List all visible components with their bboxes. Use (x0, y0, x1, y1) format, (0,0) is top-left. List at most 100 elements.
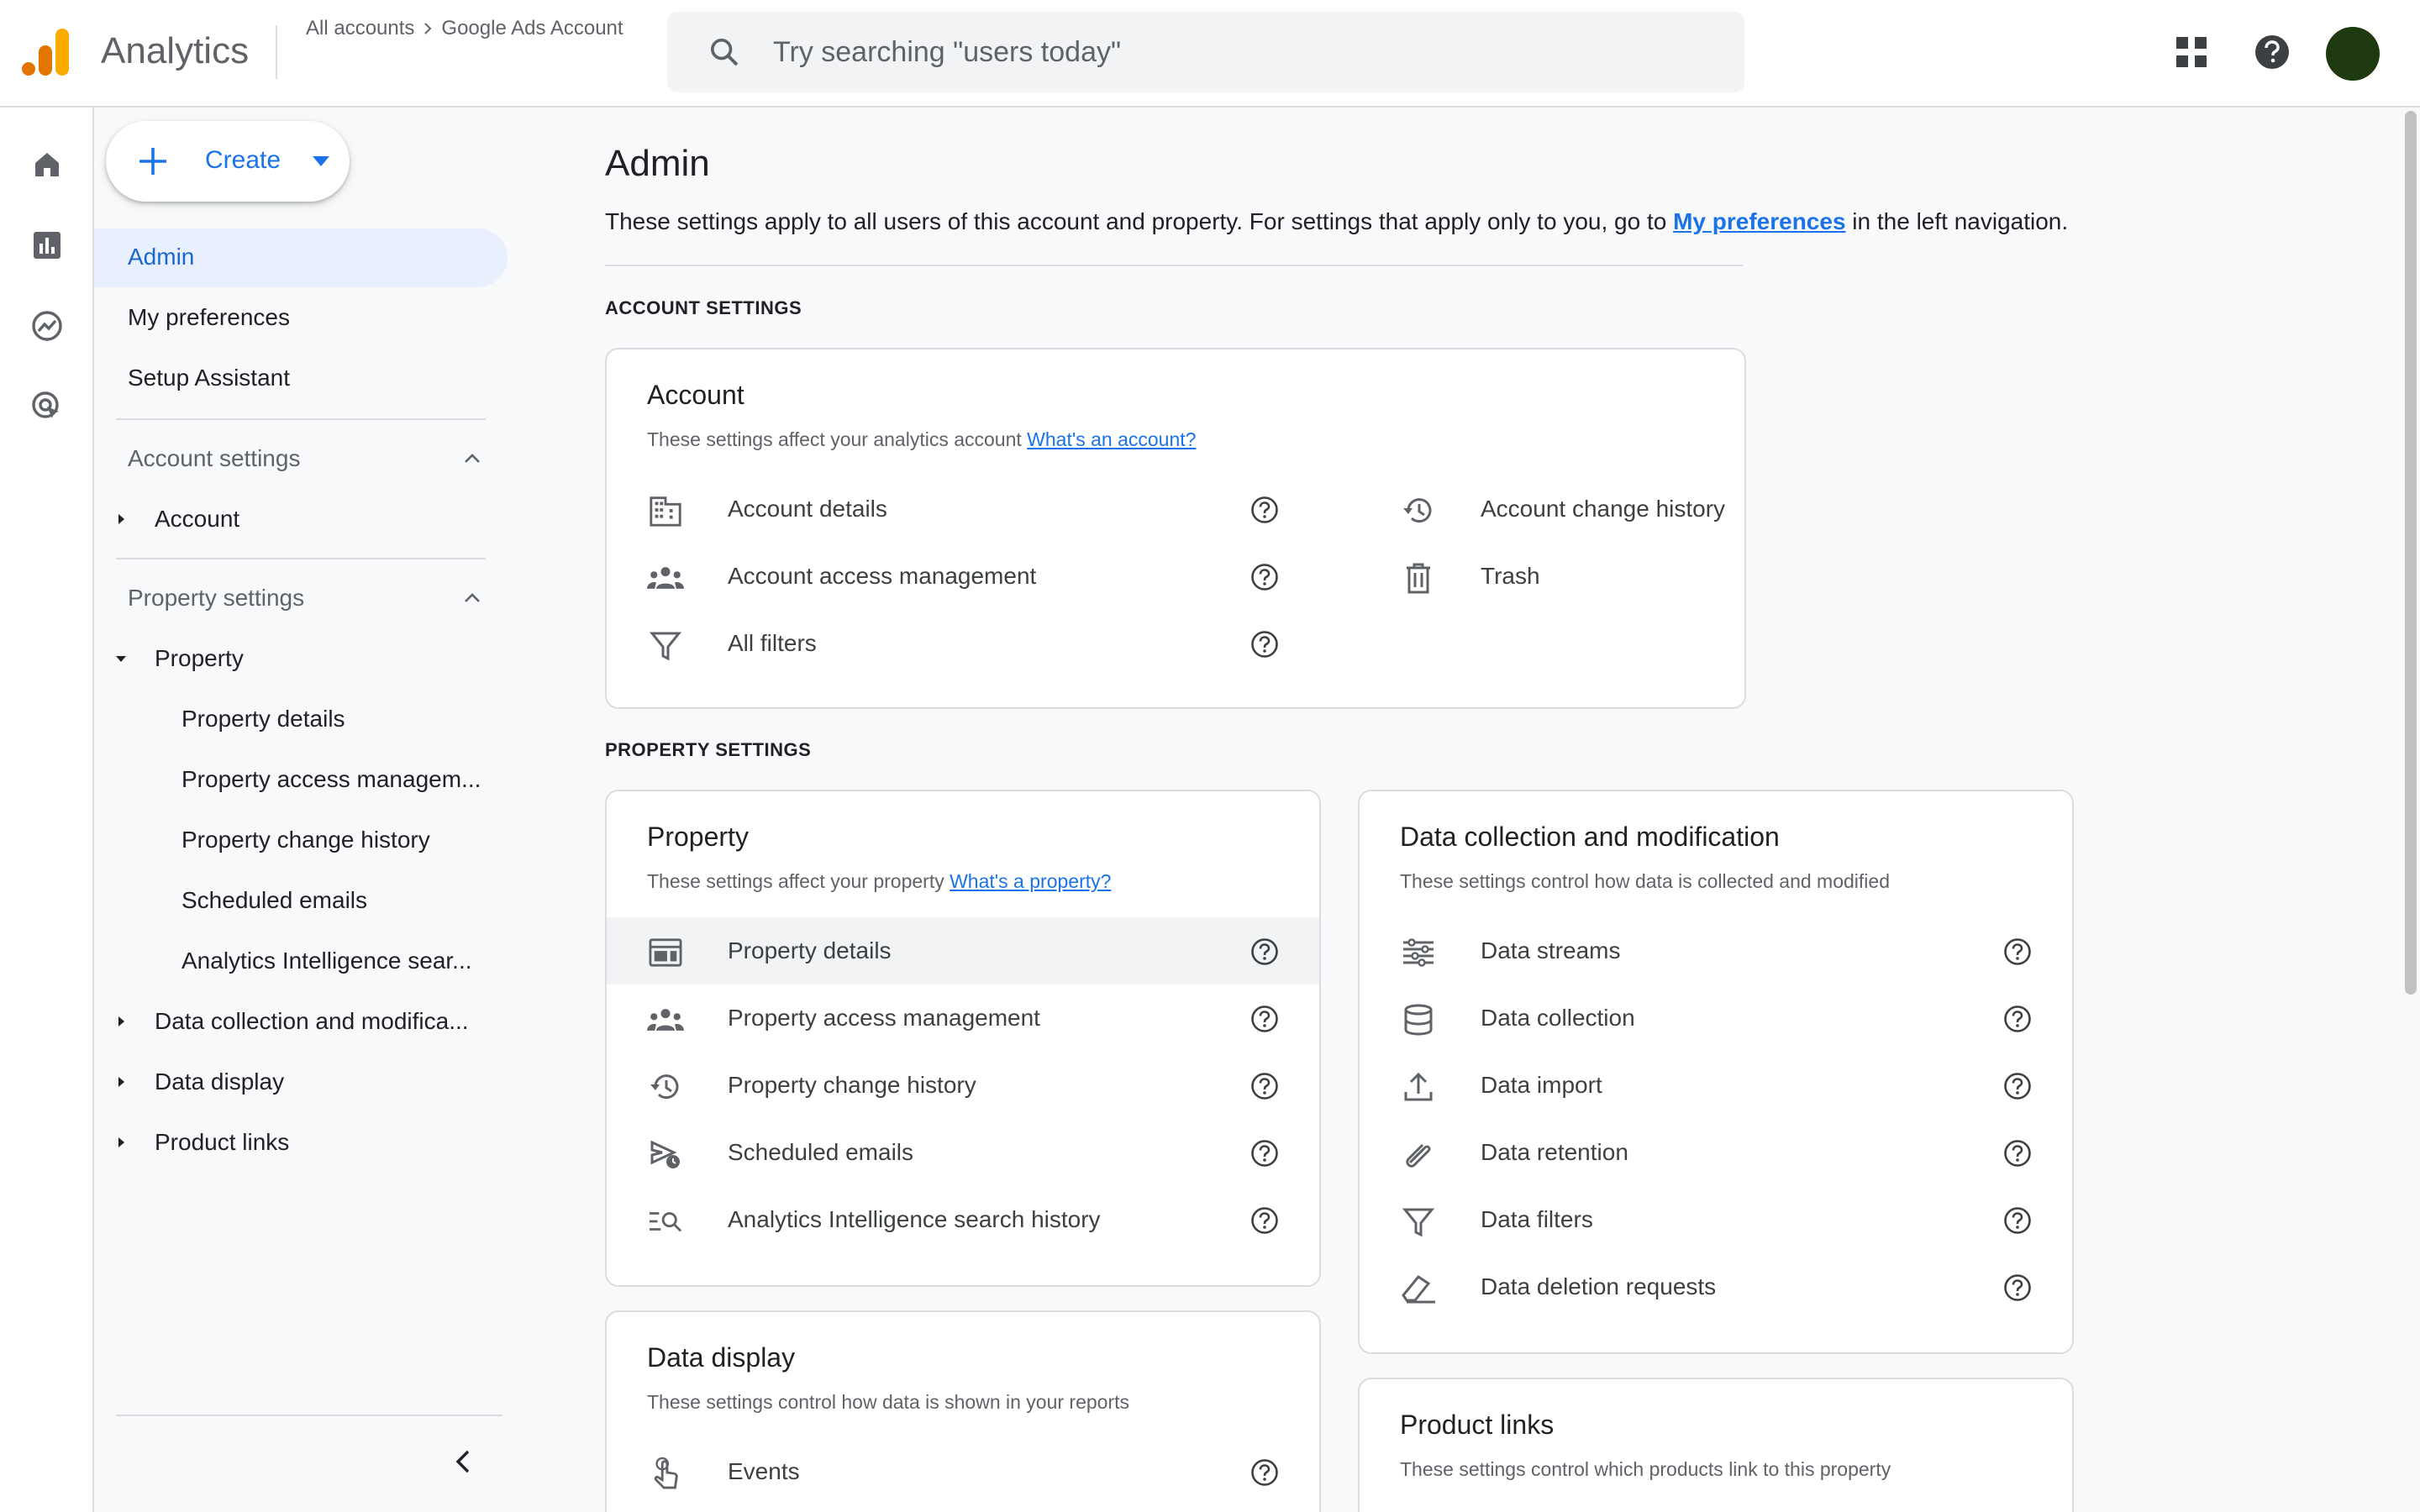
row-label: Data filters (1481, 1206, 1593, 1232)
help-outline-icon[interactable] (1250, 1458, 1279, 1487)
nav-item-setup-assistant[interactable]: Setup Assistant (128, 365, 290, 391)
row-label: All filters (728, 630, 817, 656)
my-preferences-link[interactable]: My preferences (1673, 208, 1845, 234)
nav-item-property-details[interactable]: Property details (182, 706, 345, 732)
whats-an-account-link[interactable]: What's an account? (1027, 428, 1196, 450)
help-outline-icon[interactable] (1250, 496, 1279, 524)
expand-arrow-icon[interactable] (113, 1013, 129, 1030)
help-outline-icon[interactable] (1250, 1072, 1279, 1100)
help-outline-icon[interactable] (2003, 1005, 2032, 1033)
scrollbar-thumb[interactable] (2405, 111, 2417, 995)
row-trash[interactable]: Trash (1360, 543, 1744, 610)
breadcrumb-account[interactable]: Google Ads Account (441, 17, 623, 40)
card-description: These settings affect your property What… (647, 870, 1111, 893)
collapse-arrow-icon[interactable] (113, 650, 129, 667)
expand-arrow-icon[interactable] (113, 1134, 129, 1151)
scrollbar[interactable] (2402, 108, 2420, 1512)
row-property-change-history[interactable]: Property change history (607, 1052, 1319, 1119)
property-card: Property These settings affect your prop… (605, 790, 1321, 1287)
row-data-collection[interactable]: Data collection (1360, 984, 2072, 1052)
header-divider (276, 25, 277, 79)
row-label: Scheduled emails (728, 1139, 914, 1165)
nav-divider (116, 418, 486, 420)
row-data-import[interactable]: Data import (1360, 1052, 2072, 1119)
help-outline-icon[interactable] (2003, 937, 2032, 966)
search-input[interactable] (773, 30, 1697, 74)
data-display-card: Data display These settings control how … (605, 1310, 1321, 1512)
nav-item-product-links[interactable]: Product links (155, 1129, 289, 1156)
row-data-retention[interactable]: Data retention (1360, 1119, 2072, 1186)
data-streams-icon (1400, 934, 1437, 971)
row-account-details[interactable]: Account details (607, 475, 1323, 543)
nav-item-property-change-history[interactable]: Property change history (182, 827, 430, 853)
home-icon[interactable] (27, 144, 67, 185)
nav-item-property[interactable]: Property (155, 645, 244, 672)
card-title: Account (647, 380, 744, 410)
help-outline-icon[interactable] (1250, 630, 1279, 659)
help-outline-icon[interactable] (1250, 937, 1279, 966)
trash-icon (1400, 559, 1437, 596)
row-account-access-management[interactable]: Account access management (607, 543, 1323, 610)
row-scheduled-emails[interactable]: Scheduled emails (607, 1119, 1319, 1186)
divider (605, 265, 1743, 266)
whats-a-property-link[interactable]: What's a property? (950, 870, 1111, 892)
help-outline-icon[interactable] (1250, 1005, 1279, 1033)
account-avatar[interactable] (2326, 27, 2380, 81)
building-icon (647, 492, 684, 529)
card-desc-text: These settings affect your analytics acc… (647, 428, 1028, 450)
nav-item-data-collection[interactable]: Data collection and modifica... (155, 1008, 469, 1035)
row-label: Events (728, 1458, 800, 1484)
nav-divider (116, 558, 486, 559)
search-box[interactable] (667, 12, 1744, 92)
row-data-filters[interactable]: Data filters (1360, 1186, 2072, 1253)
nav-section-account-settings[interactable]: Account settings (128, 445, 300, 472)
search-icon (711, 39, 739, 66)
breadcrumb[interactable]: All accounts Google Ads Account (306, 17, 623, 40)
nav-item-my-preferences[interactable]: My preferences (128, 304, 290, 331)
help-icon[interactable] (2249, 29, 2296, 76)
nav-item-property-access-management[interactable]: Property access managem... (182, 766, 481, 793)
help-outline-icon[interactable] (2003, 1273, 2032, 1302)
nav-item-account[interactable]: Account (155, 506, 239, 533)
breadcrumb-all-accounts[interactable]: All accounts (306, 17, 414, 40)
row-property-access-management[interactable]: Property access management (607, 984, 1319, 1052)
help-outline-icon[interactable] (2003, 1206, 2032, 1235)
help-outline-icon[interactable] (2003, 1072, 2032, 1100)
help-outline-icon[interactable] (1250, 563, 1279, 591)
card-title: Property (647, 822, 749, 852)
row-account-change-history[interactable]: Account change history (1360, 475, 1744, 543)
chevron-up-icon[interactable] (460, 447, 484, 470)
help-outline-icon[interactable] (1250, 1139, 1279, 1168)
collapse-nav-icon[interactable] (447, 1445, 481, 1478)
row-analytics-intelligence-search-history[interactable]: Analytics Intelligence search history (607, 1186, 1319, 1253)
advertising-icon[interactable] (27, 386, 67, 427)
row-all-filters[interactable]: All filters (607, 610, 1323, 677)
expand-arrow-icon[interactable] (113, 1074, 129, 1090)
row-label: Data retention (1481, 1139, 1628, 1165)
row-label: Data collection (1481, 1005, 1635, 1031)
admin-nav: Create Admin My preferences Setup Assist… (94, 108, 514, 1512)
nav-item-analytics-intelligence[interactable]: Analytics Intelligence sear... (182, 948, 472, 974)
reports-icon[interactable] (27, 225, 67, 265)
row-data-deletion-requests[interactable]: Data deletion requests (1360, 1253, 2072, 1320)
apps-grid-icon[interactable] (2168, 29, 2215, 76)
left-rail (0, 108, 94, 1512)
row-events[interactable]: Events (607, 1438, 1319, 1505)
card-description: These settings control which products li… (1400, 1458, 1891, 1480)
row-data-streams[interactable]: Data streams (1360, 917, 2072, 984)
help-outline-icon[interactable] (1250, 1206, 1279, 1235)
nav-item-admin[interactable]: Admin (128, 244, 194, 270)
page-desc-text-end: in the left navigation. (1845, 208, 2069, 234)
nav-item-data-display[interactable]: Data display (155, 1068, 284, 1095)
create-button[interactable]: Create (106, 121, 350, 202)
explore-icon[interactable] (27, 306, 67, 346)
row-property-details[interactable]: Property details (607, 917, 1319, 984)
chevron-up-icon[interactable] (460, 586, 484, 610)
analytics-logo-icon[interactable] (22, 25, 72, 79)
paperclip-icon (1400, 1136, 1437, 1173)
nav-section-property-settings[interactable]: Property settings (128, 585, 304, 612)
expand-arrow-icon[interactable] (113, 511, 129, 528)
account-card: Account These settings affect your analy… (605, 348, 1746, 709)
help-outline-icon[interactable] (2003, 1139, 2032, 1168)
nav-item-scheduled-emails[interactable]: Scheduled emails (182, 887, 367, 914)
